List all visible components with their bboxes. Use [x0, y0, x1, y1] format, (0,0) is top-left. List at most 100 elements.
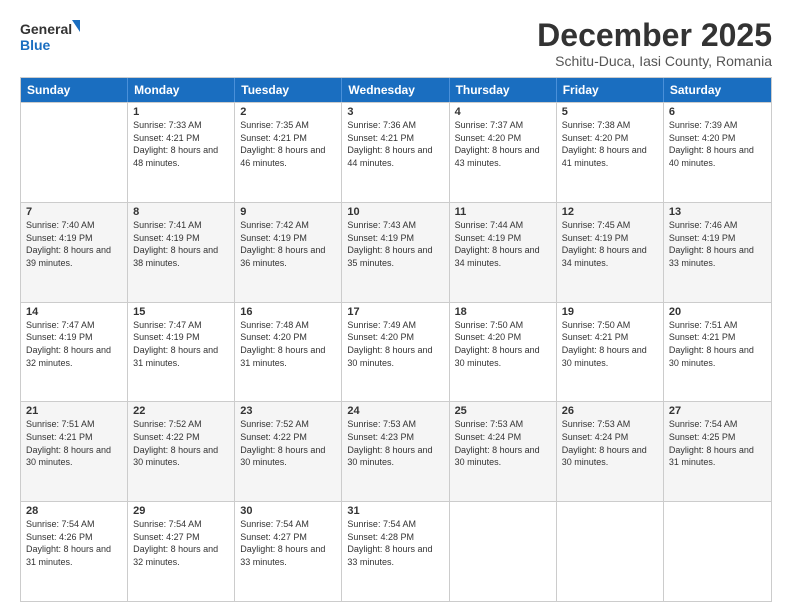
- cell-info: Sunrise: 7:54 AMSunset: 4:27 PMDaylight:…: [240, 519, 325, 567]
- day-number: 15: [133, 306, 229, 318]
- day-number: 5: [562, 106, 658, 118]
- cal-cell: 22 Sunrise: 7:52 AMSunset: 4:22 PMDaylig…: [128, 402, 235, 501]
- cell-info: Sunrise: 7:42 AMSunset: 4:19 PMDaylight:…: [240, 220, 325, 268]
- cell-info: Sunrise: 7:51 AMSunset: 4:21 PMDaylight:…: [669, 320, 754, 368]
- day-number: 14: [26, 306, 122, 318]
- cal-header-day-sunday: Sunday: [21, 78, 128, 102]
- cal-cell: 4 Sunrise: 7:37 AMSunset: 4:20 PMDayligh…: [450, 103, 557, 202]
- day-number: 29: [133, 505, 229, 517]
- cell-info: Sunrise: 7:52 AMSunset: 4:22 PMDaylight:…: [240, 419, 325, 467]
- day-number: 19: [562, 306, 658, 318]
- cell-info: Sunrise: 7:46 AMSunset: 4:19 PMDaylight:…: [669, 220, 754, 268]
- calendar-header-row: SundayMondayTuesdayWednesdayThursdayFrid…: [21, 78, 771, 102]
- day-number: 17: [347, 306, 443, 318]
- cal-cell: [21, 103, 128, 202]
- cal-week-3: 14 Sunrise: 7:47 AMSunset: 4:19 PMDaylig…: [21, 302, 771, 402]
- cal-header-day-thursday: Thursday: [450, 78, 557, 102]
- day-number: 23: [240, 405, 336, 417]
- cell-info: Sunrise: 7:54 AMSunset: 4:25 PMDaylight:…: [669, 419, 754, 467]
- cal-cell: 19 Sunrise: 7:50 AMSunset: 4:21 PMDaylig…: [557, 303, 664, 402]
- cal-cell: 29 Sunrise: 7:54 AMSunset: 4:27 PMDaylig…: [128, 502, 235, 601]
- cal-cell: 10 Sunrise: 7:43 AMSunset: 4:19 PMDaylig…: [342, 203, 449, 302]
- cal-cell: 15 Sunrise: 7:47 AMSunset: 4:19 PMDaylig…: [128, 303, 235, 402]
- cal-cell: 27 Sunrise: 7:54 AMSunset: 4:25 PMDaylig…: [664, 402, 771, 501]
- cell-info: Sunrise: 7:47 AMSunset: 4:19 PMDaylight:…: [26, 320, 111, 368]
- cal-cell: 28 Sunrise: 7:54 AMSunset: 4:26 PMDaylig…: [21, 502, 128, 601]
- title-block: December 2025 Schitu-Duca, Iasi County, …: [537, 18, 772, 69]
- day-number: 20: [669, 306, 766, 318]
- cal-cell: 16 Sunrise: 7:48 AMSunset: 4:20 PMDaylig…: [235, 303, 342, 402]
- cal-cell: 9 Sunrise: 7:42 AMSunset: 4:19 PMDayligh…: [235, 203, 342, 302]
- cal-cell: 13 Sunrise: 7:46 AMSunset: 4:19 PMDaylig…: [664, 203, 771, 302]
- day-number: 25: [455, 405, 551, 417]
- cell-info: Sunrise: 7:54 AMSunset: 4:26 PMDaylight:…: [26, 519, 111, 567]
- cal-cell: 12 Sunrise: 7:45 AMSunset: 4:19 PMDaylig…: [557, 203, 664, 302]
- day-number: 18: [455, 306, 551, 318]
- cell-info: Sunrise: 7:38 AMSunset: 4:20 PMDaylight:…: [562, 120, 647, 168]
- cal-week-2: 7 Sunrise: 7:40 AMSunset: 4:19 PMDayligh…: [21, 202, 771, 302]
- cal-cell: 21 Sunrise: 7:51 AMSunset: 4:21 PMDaylig…: [21, 402, 128, 501]
- day-number: 8: [133, 206, 229, 218]
- day-number: 31: [347, 505, 443, 517]
- cell-info: Sunrise: 7:50 AMSunset: 4:21 PMDaylight:…: [562, 320, 647, 368]
- cal-cell: 1 Sunrise: 7:33 AMSunset: 4:21 PMDayligh…: [128, 103, 235, 202]
- day-number: 30: [240, 505, 336, 517]
- cal-cell: [450, 502, 557, 601]
- cell-info: Sunrise: 7:53 AMSunset: 4:24 PMDaylight:…: [455, 419, 540, 467]
- day-number: 26: [562, 405, 658, 417]
- cal-cell: 24 Sunrise: 7:53 AMSunset: 4:23 PMDaylig…: [342, 402, 449, 501]
- cell-info: Sunrise: 7:37 AMSunset: 4:20 PMDaylight:…: [455, 120, 540, 168]
- cal-cell: 23 Sunrise: 7:52 AMSunset: 4:22 PMDaylig…: [235, 402, 342, 501]
- cell-info: Sunrise: 7:49 AMSunset: 4:20 PMDaylight:…: [347, 320, 432, 368]
- calendar-body: 1 Sunrise: 7:33 AMSunset: 4:21 PMDayligh…: [21, 102, 771, 601]
- day-number: 16: [240, 306, 336, 318]
- header: General Blue December 2025 Schitu-Duca, …: [20, 18, 772, 69]
- calendar: SundayMondayTuesdayWednesdayThursdayFrid…: [20, 77, 772, 602]
- day-number: 6: [669, 106, 766, 118]
- day-number: 2: [240, 106, 336, 118]
- cell-info: Sunrise: 7:52 AMSunset: 4:22 PMDaylight:…: [133, 419, 218, 467]
- cell-info: Sunrise: 7:43 AMSunset: 4:19 PMDaylight:…: [347, 220, 432, 268]
- cell-info: Sunrise: 7:53 AMSunset: 4:23 PMDaylight:…: [347, 419, 432, 467]
- cell-info: Sunrise: 7:53 AMSunset: 4:24 PMDaylight:…: [562, 419, 647, 467]
- cal-cell: 17 Sunrise: 7:49 AMSunset: 4:20 PMDaylig…: [342, 303, 449, 402]
- cal-cell: 6 Sunrise: 7:39 AMSunset: 4:20 PMDayligh…: [664, 103, 771, 202]
- cal-week-5: 28 Sunrise: 7:54 AMSunset: 4:26 PMDaylig…: [21, 501, 771, 601]
- day-number: 27: [669, 405, 766, 417]
- cal-header-day-saturday: Saturday: [664, 78, 771, 102]
- cal-cell: 7 Sunrise: 7:40 AMSunset: 4:19 PMDayligh…: [21, 203, 128, 302]
- cal-header-day-friday: Friday: [557, 78, 664, 102]
- cal-cell: 11 Sunrise: 7:44 AMSunset: 4:19 PMDaylig…: [450, 203, 557, 302]
- cal-cell: 25 Sunrise: 7:53 AMSunset: 4:24 PMDaylig…: [450, 402, 557, 501]
- svg-text:General: General: [20, 21, 72, 37]
- cell-info: Sunrise: 7:33 AMSunset: 4:21 PMDaylight:…: [133, 120, 218, 168]
- cal-cell: 14 Sunrise: 7:47 AMSunset: 4:19 PMDaylig…: [21, 303, 128, 402]
- day-number: 24: [347, 405, 443, 417]
- day-number: 22: [133, 405, 229, 417]
- day-number: 12: [562, 206, 658, 218]
- cal-header-day-wednesday: Wednesday: [342, 78, 449, 102]
- day-number: 1: [133, 106, 229, 118]
- cal-cell: 5 Sunrise: 7:38 AMSunset: 4:20 PMDayligh…: [557, 103, 664, 202]
- logo: General Blue: [20, 18, 80, 60]
- cal-cell: 20 Sunrise: 7:51 AMSunset: 4:21 PMDaylig…: [664, 303, 771, 402]
- cell-info: Sunrise: 7:50 AMSunset: 4:20 PMDaylight:…: [455, 320, 540, 368]
- cal-cell: 26 Sunrise: 7:53 AMSunset: 4:24 PMDaylig…: [557, 402, 664, 501]
- cell-info: Sunrise: 7:39 AMSunset: 4:20 PMDaylight:…: [669, 120, 754, 168]
- cell-info: Sunrise: 7:51 AMSunset: 4:21 PMDaylight:…: [26, 419, 111, 467]
- day-number: 4: [455, 106, 551, 118]
- cell-info: Sunrise: 7:48 AMSunset: 4:20 PMDaylight:…: [240, 320, 325, 368]
- cell-info: Sunrise: 7:41 AMSunset: 4:19 PMDaylight:…: [133, 220, 218, 268]
- month-title: December 2025: [537, 18, 772, 53]
- cal-header-day-monday: Monday: [128, 78, 235, 102]
- svg-text:Blue: Blue: [20, 37, 51, 53]
- cal-cell: 2 Sunrise: 7:35 AMSunset: 4:21 PMDayligh…: [235, 103, 342, 202]
- day-number: 3: [347, 106, 443, 118]
- day-number: 10: [347, 206, 443, 218]
- location-title: Schitu-Duca, Iasi County, Romania: [537, 53, 772, 69]
- cal-cell: 30 Sunrise: 7:54 AMSunset: 4:27 PMDaylig…: [235, 502, 342, 601]
- cell-info: Sunrise: 7:54 AMSunset: 4:27 PMDaylight:…: [133, 519, 218, 567]
- cell-info: Sunrise: 7:45 AMSunset: 4:19 PMDaylight:…: [562, 220, 647, 268]
- cell-info: Sunrise: 7:44 AMSunset: 4:19 PMDaylight:…: [455, 220, 540, 268]
- cal-cell: 8 Sunrise: 7:41 AMSunset: 4:19 PMDayligh…: [128, 203, 235, 302]
